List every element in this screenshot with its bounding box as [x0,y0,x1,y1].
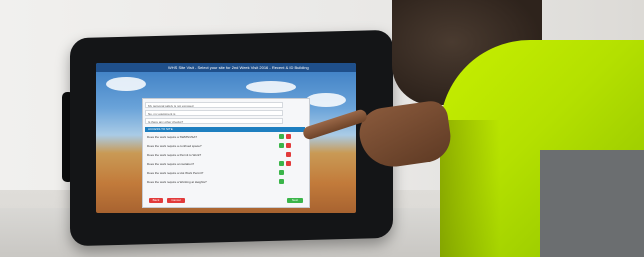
form-field[interactable]: No, my equipment is [145,110,283,116]
no-check-icon[interactable] [286,161,291,166]
question-text: Does the work require a Permit to Work? [147,153,202,157]
question-text: Does the work require a Hot Work Permit? [147,171,204,175]
question-text: Does the work require a SWMS/JSA? [147,135,198,139]
app-title-bar: WHS Site Visit - Select your site for 2n… [96,63,356,72]
next-button[interactable]: Next [287,198,303,203]
back-button[interactable]: Back [149,198,163,203]
no-check-icon[interactable] [286,152,291,157]
yes-check-icon[interactable] [279,179,284,184]
question-text: Does the work require an isolation? [147,162,195,166]
cloud [106,77,146,91]
tablet-screen[interactable]: WHS Site Visit - Select your site for 2n… [96,63,356,213]
checklist-panel: My personal safety is not exposed No, my… [142,98,310,208]
yes-check-icon[interactable] [279,170,284,175]
section-header: ACCESS TO SITE [145,127,305,132]
cloud [306,93,346,107]
cancel-button[interactable]: Cancel [167,198,185,203]
yes-check-icon[interactable] [279,161,284,166]
photo-scene: WHS Site Visit - Select your site for 2n… [0,0,644,257]
grey-shirt [540,150,644,257]
form-field[interactable]: Is there any other checks? [145,118,283,124]
question-text: Does the work require a Working at Heigh… [147,180,207,184]
yes-check-icon[interactable] [279,134,284,139]
no-check-icon[interactable] [286,143,291,148]
no-check-icon[interactable] [286,134,291,139]
form-field[interactable]: My personal safety is not exposed [145,102,283,108]
question-text: Does the work require a confined space? [147,144,202,148]
cloud [246,81,296,93]
yes-check-icon[interactable] [279,143,284,148]
